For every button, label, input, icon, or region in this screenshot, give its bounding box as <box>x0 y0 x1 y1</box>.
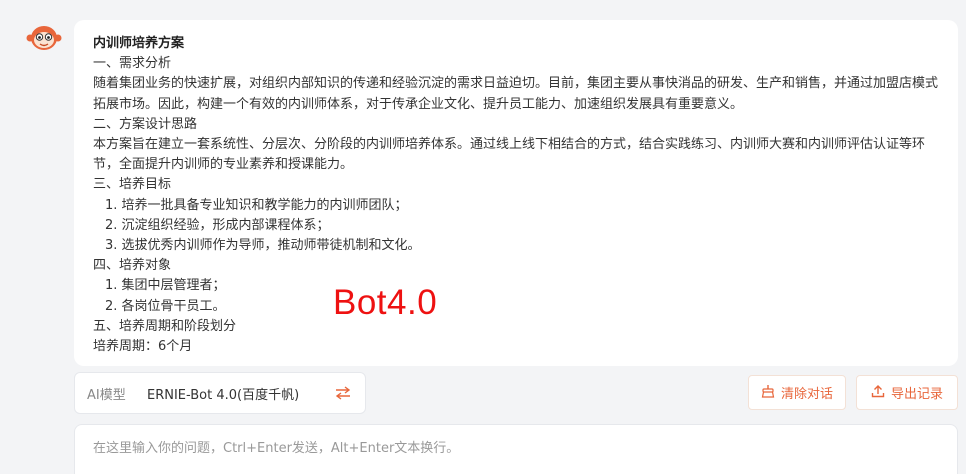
clear-conversation-button[interactable]: 清除对话 <box>748 375 846 410</box>
section-heading: 一、需求分析 <box>93 56 172 72</box>
section-heading: 三、培养目标 <box>93 177 172 193</box>
message-input[interactable] <box>75 425 957 474</box>
clear-label: 清除对话 <box>780 387 833 402</box>
model-label: AI模型 <box>87 387 126 403</box>
section-heading: 二、方案设计思路 <box>93 116 198 132</box>
monkey-avatar-icon <box>26 24 62 52</box>
section-heading: 五、培养周期和阶段划分 <box>93 318 237 334</box>
message-title: 内训师培养方案 <box>93 36 185 51</box>
list-item: 1. 培养一批具备专业知识和教学能力的内训师团队； <box>105 197 408 213</box>
watermark-text: Bot4.0 <box>333 283 438 322</box>
list-item: 3. 选拔优秀内训师作为导师，推动师带徒机制和文化。 <box>105 238 421 254</box>
export-records-button[interactable]: 导出记录 <box>856 375 958 410</box>
swap-arrows-icon[interactable] <box>333 383 353 403</box>
assistant-message: 内训师培养方案 一、需求分析 随着集团业务的快速扩展，对组织内部知识的传递和经验… <box>74 20 958 366</box>
paragraph: 随着集团业务的快速扩展，对组织内部知识的传递和经验沉淀的需求日益迫切。目前，集团… <box>93 76 939 112</box>
message-input-container <box>74 424 958 474</box>
model-value: ERNIE-Bot 4.0(百度千帆) <box>147 387 300 403</box>
paragraph: 本方案旨在建立一套系统性、分层次、分阶段的内训师培养体系。通过线上线下相结合的方… <box>93 137 926 173</box>
list-item: 2. 各岗位骨干员工。 <box>105 298 226 314</box>
broom-icon <box>761 384 775 402</box>
chat-page: 内训师培养方案 一、需求分析 随着集团业务的快速扩展，对组织内部知识的传递和经验… <box>0 0 966 474</box>
list-item: 1. 集团中层管理者； <box>105 278 226 294</box>
model-selector[interactable]: AI模型 ERNIE-Bot 4.0(百度千帆) <box>74 372 366 414</box>
list-item: 2. 沉淀组织经验，形成内部课程体系； <box>105 217 330 233</box>
upload-icon <box>871 384 885 402</box>
section-heading: 四、培养对象 <box>93 258 172 274</box>
paragraph: 培养周期：6个月 <box>93 339 193 355</box>
export-label: 导出记录 <box>890 387 943 402</box>
